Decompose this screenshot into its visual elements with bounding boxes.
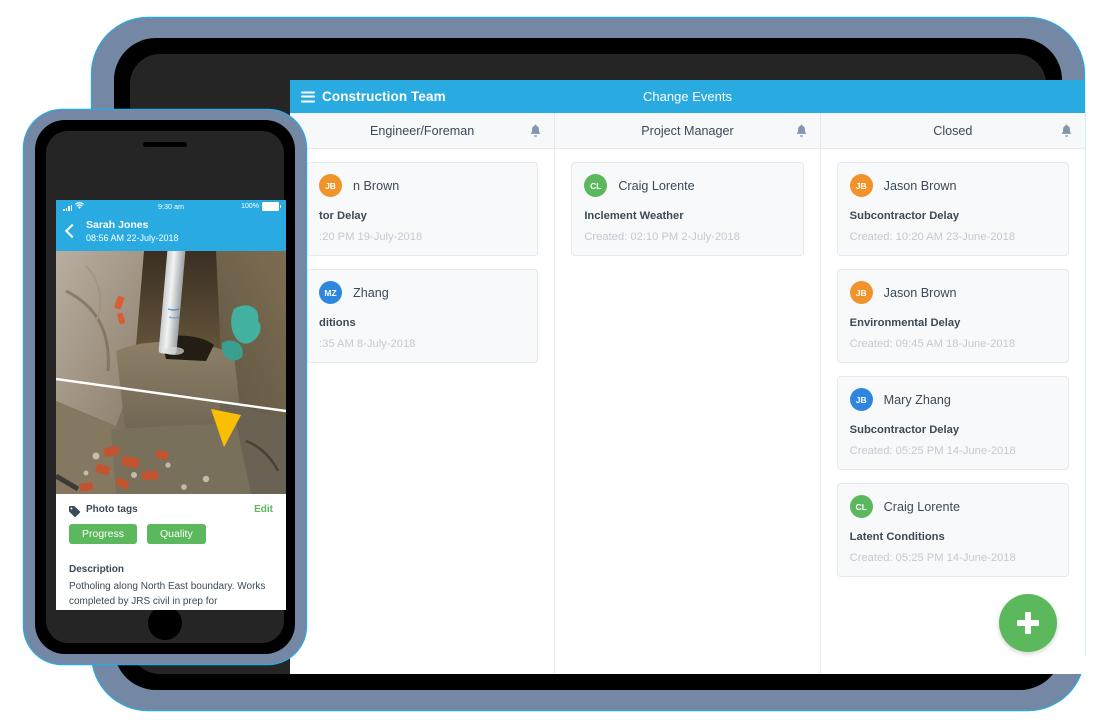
card-type: Subcontractor Delay bbox=[849, 210, 960, 222]
card-header: MZ Zhang bbox=[319, 281, 525, 304]
card-created: Created: 05:25 PM 14-June-2018 bbox=[849, 445, 1016, 457]
card-author: Craig Lorente bbox=[618, 178, 695, 193]
change-event-card[interactable]: JB n Brown tor Delay :20 PM 19-July-2018 bbox=[306, 162, 539, 256]
column-cards: CL Craig Lorente Inclement Weather Creat… bbox=[555, 149, 819, 256]
card-author: Mary Zhang bbox=[883, 392, 951, 407]
avatar: MZ bbox=[319, 281, 342, 304]
card-type: ditions bbox=[319, 317, 356, 329]
card-type: tor Delay bbox=[319, 210, 367, 222]
card-type: Environmental Delay bbox=[849, 317, 961, 329]
phone-speaker bbox=[143, 142, 187, 147]
description-label: Description bbox=[69, 564, 125, 576]
card-header: JB Jason Brown bbox=[849, 281, 1056, 304]
back-chevron-icon[interactable] bbox=[64, 224, 80, 239]
tag-chip[interactable]: Quality bbox=[147, 524, 206, 545]
card-header: CL Craig Lorente bbox=[849, 495, 1056, 518]
status-right: 100% bbox=[241, 202, 281, 211]
card-header: JB Jason Brown bbox=[849, 174, 1056, 197]
change-event-card[interactable]: CL Craig Lorente Inclement Weather Creat… bbox=[571, 162, 804, 256]
column-header: Project Manager bbox=[555, 113, 820, 149]
card-created: Created: 05:25 PM 14-June-2018 bbox=[849, 552, 1016, 564]
photo-timestamp: 08:56 AM 22-July-2018 bbox=[86, 233, 179, 244]
phone-nav-bar: Sarah Jones 08:56 AM 22-July-2018 bbox=[56, 213, 286, 252]
column-cards: JB n Brown tor Delay :20 PM 19-July-2018… bbox=[290, 149, 554, 363]
bell-icon[interactable] bbox=[1061, 124, 1072, 137]
add-change-event-button[interactable] bbox=[999, 594, 1057, 652]
column-title: Project Manager bbox=[641, 123, 734, 138]
change-event-card[interactable]: CL Craig Lorente Latent Conditions Creat… bbox=[836, 483, 1069, 577]
column-project-manager: Project Manager CL Craig Lorente Incleme… bbox=[554, 113, 820, 674]
card-author: Jason Brown bbox=[883, 285, 957, 300]
battery-full-icon bbox=[262, 202, 281, 211]
excavation-trench-photo[interactable] bbox=[56, 251, 286, 495]
nav-text-group: Sarah Jones 08:56 AM 22-July-2018 bbox=[86, 218, 179, 244]
card-created: Created: 10:20 AM 23-June-2018 bbox=[849, 231, 1016, 243]
column-engineer-foreman: Engineer/Foreman JB n Brown tor Delay:2… bbox=[290, 113, 555, 674]
description-text: Potholing along North East boundary. Wor… bbox=[69, 581, 266, 607]
phone-device: 9:30 am 100% Sarah Jones 08:56 AM 22-Jul… bbox=[24, 110, 306, 664]
card-author: n Brown bbox=[353, 178, 400, 193]
avatar: CL bbox=[849, 495, 873, 518]
bell-icon[interactable] bbox=[796, 124, 807, 137]
card-author: Zhang bbox=[353, 285, 389, 300]
photo-details-panel: Photo tags Edit Progress Quality Descrip… bbox=[56, 494, 286, 610]
change-event-card[interactable]: JB Jason Brown Subcontractor Delay Creat… bbox=[836, 162, 1069, 256]
card-created: Created: 02:10 PM 2-July-2018 bbox=[584, 231, 740, 243]
card-created: :20 PM 19-July-2018 bbox=[319, 231, 423, 243]
card-created: Created: 09:45 AM 18-June-2018 bbox=[849, 338, 1016, 350]
tablet-screen: Construction Team Change Events Engineer… bbox=[290, 80, 1085, 674]
card-author: Craig Lorente bbox=[883, 499, 960, 514]
plus-icon bbox=[1017, 612, 1039, 634]
column-cards: JB Jason Brown Subcontractor Delay Creat… bbox=[821, 149, 1085, 577]
tag-chips: Progress Quality bbox=[69, 524, 273, 545]
status-time: 9:30 am bbox=[158, 202, 184, 211]
photo-tags-label: Photo tags bbox=[86, 504, 138, 516]
column-title: Closed bbox=[933, 123, 973, 138]
change-event-card[interactable]: JB Mary Zhang Subcontractor Delay Create… bbox=[836, 376, 1069, 470]
photo-tags-row: Photo tags Edit bbox=[69, 504, 273, 518]
photo-author: Sarah Jones bbox=[86, 219, 149, 231]
card-header: JB Mary Zhang bbox=[849, 388, 1056, 411]
wifi-icon bbox=[75, 202, 85, 211]
column-closed: Closed JB Jason Brown Subcontractor Dela… bbox=[819, 113, 1085, 674]
card-created: :35 AM 8-July-2018 bbox=[319, 338, 416, 350]
column-header: Closed bbox=[820, 113, 1085, 149]
avatar: JB bbox=[849, 174, 873, 197]
app-header: Construction Team Change Events bbox=[290, 80, 1085, 113]
phone-status-bar: 9:30 am 100% bbox=[56, 200, 286, 213]
tag-icon bbox=[69, 504, 80, 518]
phone-screen: 9:30 am 100% Sarah Jones 08:56 AM 22-Jul… bbox=[56, 200, 286, 610]
app-title: Construction Team bbox=[322, 89, 446, 104]
card-type: Inclement Weather bbox=[584, 210, 684, 222]
bell-icon[interactable] bbox=[530, 124, 541, 137]
phone-home-button[interactable] bbox=[148, 606, 182, 640]
battery-percent: 100% bbox=[241, 203, 259, 210]
signal-bars-icon bbox=[63, 204, 73, 211]
column-header: Engineer/Foreman bbox=[290, 113, 555, 149]
card-type: Subcontractor Delay bbox=[849, 424, 960, 436]
tag-chip[interactable]: Progress bbox=[69, 524, 138, 545]
avatar: CL bbox=[584, 174, 608, 197]
screenshot-stage: Construction Team Change Events Engineer… bbox=[0, 0, 1100, 720]
status-left bbox=[63, 202, 85, 211]
edit-tags-link[interactable]: Edit bbox=[254, 504, 273, 515]
avatar: JB bbox=[849, 388, 873, 411]
card-author: Jason Brown bbox=[883, 178, 957, 193]
kanban-board: Engineer/Foreman JB n Brown tor Delay:2… bbox=[290, 113, 1085, 674]
change-event-card[interactable]: MZ Zhang ditions :35 AM 8-July-2018 bbox=[306, 269, 539, 363]
card-type: Latent Conditions bbox=[849, 531, 945, 543]
hamburger-icon[interactable] bbox=[301, 91, 315, 102]
avatar: JB bbox=[319, 174, 342, 197]
card-header: CL Craig Lorente bbox=[584, 174, 790, 197]
change-event-card[interactable]: JB Jason Brown Environmental Delay Creat… bbox=[836, 269, 1069, 363]
avatar: JB bbox=[849, 281, 873, 304]
card-header: JB n Brown bbox=[319, 174, 525, 197]
column-title: Engineer/Foreman bbox=[370, 123, 475, 138]
